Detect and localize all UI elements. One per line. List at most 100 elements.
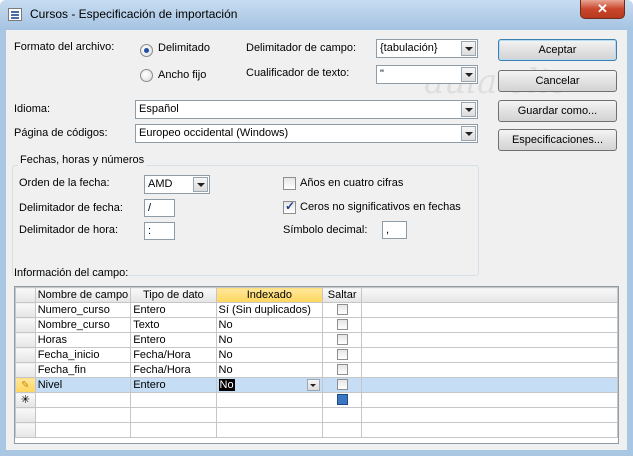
chevron-down-icon[interactable] [193, 177, 208, 192]
column-header-name[interactable]: Nombre de campo [34, 287, 132, 303]
cell-indexed[interactable]: Sí (Sin duplicados) [215, 302, 324, 318]
radio-fixed-width-label[interactable]: Ancho fijo [158, 69, 206, 81]
cell-data-type[interactable]: Fecha/Hora [130, 362, 217, 378]
table-row-active[interactable]: ✎ Nivel Entero No [15, 377, 618, 393]
radio-fixed-width[interactable] [140, 69, 153, 82]
cell-indexed[interactable]: No [215, 332, 324, 348]
cancel-button[interactable]: Cancelar [498, 70, 617, 92]
qualifier-select[interactable]: " [376, 65, 478, 84]
language-label: Idioma: [14, 103, 51, 115]
save-as-button[interactable]: Guardar como... [498, 100, 617, 122]
language-select[interactable]: Español [135, 100, 478, 119]
dialog-body: aula clic Formato del archivo: Delimitad… [6, 30, 627, 450]
cell-field-name[interactable]: Fecha_inicio [34, 347, 132, 363]
cell-indexed[interactable]: No [215, 362, 324, 378]
row-selector[interactable] [15, 332, 36, 348]
skip-checkbox[interactable] [336, 304, 348, 316]
date-order-select[interactable]: AMD [144, 175, 210, 194]
skip-checkbox[interactable] [336, 349, 348, 361]
cell-data-type[interactable]: Entero [130, 332, 217, 348]
chevron-down-icon[interactable] [461, 126, 476, 141]
cell-data-type[interactable]: Entero [130, 302, 217, 318]
chevron-down-icon[interactable] [461, 67, 476, 82]
empty-cell [322, 422, 363, 438]
field-grid[interactable]: Nombre de campo Tipo de dato Indexado Sa… [14, 286, 619, 444]
radio-delimited[interactable] [140, 44, 153, 57]
skip-checkbox[interactable] [336, 334, 348, 346]
indexed-dropdown[interactable]: No [218, 378, 321, 392]
grid-filler [361, 317, 618, 333]
radio-delimited-label[interactable]: Delimitado [158, 42, 210, 54]
table-row[interactable]: Fecha_fin Fecha/Hora No [15, 362, 618, 378]
table-row-new[interactable]: ✳ [15, 392, 618, 408]
grid-filler [361, 422, 618, 438]
table-row[interactable]: Nombre_curso Texto No [15, 317, 618, 333]
codepage-select[interactable]: Europeo occidental (Windows) [135, 124, 478, 143]
language-value: Español [139, 103, 179, 115]
cell-indexed[interactable]: No [215, 347, 324, 363]
cell-indexed[interactable]: No [215, 377, 324, 393]
cell-skip[interactable] [322, 332, 363, 348]
leading-zeros-checkbox[interactable] [283, 199, 296, 214]
table-row[interactable]: Horas Entero No [15, 332, 618, 348]
grid-filler [361, 302, 618, 318]
four-digit-years-checkbox[interactable] [283, 177, 296, 190]
date-order-value: AMD [148, 178, 173, 190]
leading-zeros-label[interactable]: Ceros no significativos en fechas [300, 201, 461, 213]
skip-checkbox[interactable] [336, 394, 348, 406]
decimal-symbol-field[interactable]: , [382, 221, 407, 239]
column-header-type[interactable]: Tipo de dato [130, 287, 217, 303]
cell-skip[interactable] [322, 302, 363, 318]
column-header-indexed[interactable]: Indexado [215, 287, 324, 303]
cell-field-name[interactable]: Horas [34, 332, 132, 348]
codepage-value: Europeo occidental (Windows) [139, 127, 289, 139]
cell-data-type[interactable]: Fecha/Hora [130, 347, 217, 363]
delimiter-label: Delimitador de campo: [246, 42, 357, 54]
title-bar[interactable]: Cursos - Especificación de importación ✕ [0, 0, 633, 30]
grid-filler [361, 332, 618, 348]
indexed-value: No [218, 378, 235, 391]
delimiter-select[interactable]: {tabulación} [376, 39, 478, 58]
cell-data-type[interactable] [130, 392, 217, 408]
chevron-down-icon[interactable] [461, 102, 476, 117]
cell-skip[interactable] [322, 362, 363, 378]
table-row-empty [15, 407, 618, 423]
cell-skip[interactable] [322, 317, 363, 333]
cell-field-name[interactable]: Fecha_fin [34, 362, 132, 378]
column-header-skip[interactable]: Saltar [322, 287, 363, 303]
codepage-label: Página de códigos: [14, 127, 108, 139]
row-selector[interactable] [15, 347, 36, 363]
time-delimiter-field[interactable]: : [144, 222, 175, 240]
skip-checkbox[interactable] [336, 364, 348, 376]
table-row[interactable]: Numero_curso Entero Sí (Sin duplicados) [15, 302, 618, 318]
skip-checkbox[interactable] [336, 379, 348, 391]
cell-data-type[interactable]: Texto [130, 317, 217, 333]
four-digit-years-label[interactable]: Años en cuatro cifras [300, 177, 403, 189]
row-selector[interactable] [15, 317, 36, 333]
cell-indexed[interactable] [215, 392, 324, 408]
cell-field-name[interactable] [34, 392, 132, 408]
date-delimiter-field[interactable]: / [144, 199, 175, 217]
close-button[interactable]: ✕ [580, 0, 625, 19]
skip-checkbox[interactable] [336, 319, 348, 331]
cell-field-name[interactable]: Numero_curso [34, 302, 132, 318]
cell-data-type[interactable]: Entero [130, 377, 217, 393]
row-selector [15, 422, 36, 438]
accept-button[interactable]: Aceptar [498, 39, 617, 61]
cell-field-name[interactable]: Nivel [34, 377, 132, 393]
table-row[interactable]: Fecha_inicio Fecha/Hora No [15, 347, 618, 363]
cell-field-name[interactable]: Nombre_curso [34, 317, 132, 333]
cell-skip[interactable] [322, 347, 363, 363]
row-selector[interactable] [15, 302, 36, 318]
table-row-empty [15, 422, 618, 438]
grid-filler [361, 347, 618, 363]
cell-skip[interactable] [322, 377, 363, 393]
cell-skip[interactable] [322, 392, 363, 408]
row-selector[interactable] [15, 362, 36, 378]
chevron-down-icon[interactable] [307, 378, 321, 391]
specifications-button[interactable]: Especificaciones... [498, 129, 617, 151]
row-selector[interactable]: ✎ [15, 377, 36, 393]
cell-indexed[interactable]: No [215, 317, 324, 333]
empty-cell [215, 422, 324, 438]
chevron-down-icon[interactable] [461, 41, 476, 56]
